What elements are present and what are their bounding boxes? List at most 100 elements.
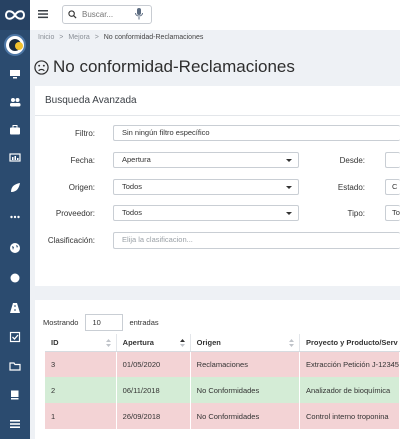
advanced-search-panel: Busqueda Avanzada Filtro: Sin ningún fil… [35,86,400,286]
column-header-label: Apertura [122,337,154,347]
tipo-select[interactable]: To [385,205,400,221]
table-row[interactable]: 1 26/09/2018 No Conformidades Control in… [45,403,400,429]
breadcrumb-home[interactable]: Inicio [38,34,54,41]
menu-icon[interactable] [38,9,48,19]
briefcase-icon [10,125,20,135]
sidebar-item-users[interactable] [0,90,30,114]
sidebar-item-folder[interactable] [0,354,30,378]
chevron-down-icon [286,159,292,162]
tipo-label: Tipo: [347,209,366,218]
frown-face-icon [34,59,49,75]
page-header: No conformidad-Reclamaciones [34,57,295,77]
clasificacion-field[interactable]: Elija la clasificacion... [113,232,400,249]
sort-ascending-icon [179,339,185,347]
dashboard-icon [9,153,21,162]
desde-label: Desde: [339,156,365,165]
estado-select[interactable]: C [385,179,400,195]
monitor-icon [10,70,20,79]
sidebar-item-briefcase[interactable] [0,118,30,142]
list-icon [10,420,20,428]
cell-id: 2 [45,377,117,403]
search-icon [68,10,77,19]
sidebar-item-leaf[interactable] [0,176,30,200]
cell-apertura: 06/11/2018 [116,377,191,403]
sidebar-item-circle[interactable] [0,266,30,290]
proveedor-select-value: Todos [122,208,143,217]
breadcrumb-separator: > [94,34,99,41]
sidebar-item-more[interactable] [0,205,30,229]
cell-id: 3 [45,351,117,377]
infinity-logo-icon [4,10,26,20]
results-table: ID Apertura Origen Proyecto y Producto/S… [45,334,400,429]
estado-label: Estado: [337,183,365,192]
column-header-proyecto[interactable]: Proyecto y Producto/Serv [299,334,400,352]
check-square-icon [9,331,21,343]
leaf-icon [11,183,20,192]
origen-label: Origen: [68,183,95,192]
fecha-select[interactable]: Apertura [113,152,299,168]
clasificacion-label: Clasificación: [47,236,95,245]
column-header-id[interactable]: ID [45,334,117,352]
cell-id: 1 [45,403,117,429]
breadcrumb-mejora[interactable]: Mejora [68,34,89,41]
sidebar-item-list[interactable] [0,412,30,436]
cell-proyecto: Analizador de bioquímica [299,377,400,403]
globe-icon [10,243,20,253]
page-size-input[interactable]: 10 [85,314,124,331]
sidebar-item-road[interactable] [0,296,30,320]
table-row[interactable]: 2 06/11/2018 No Conformidades Analizador… [45,377,400,403]
cell-origen: No Conformidades [190,377,301,403]
cell-origen: No Conformidades [190,403,301,429]
column-header-label: Proyecto y Producto/Serv [306,337,398,347]
sidebar [0,0,30,439]
folder-icon [9,362,21,371]
table-header-row: ID Apertura Origen Proyecto y Producto/S… [45,334,400,352]
top-bar [30,0,400,30]
show-label: Mostrando [43,318,79,327]
sort-icon [289,339,294,347]
circle-icon [10,273,20,283]
desde-field[interactable] [385,152,400,168]
entries-label: entradas [129,318,159,327]
filtro-field[interactable]: Sin ningún filtro específico [113,125,400,141]
book-icon [11,390,19,400]
breadcrumb: Inicio > Mejora > No conformidad-Reclama… [38,34,206,41]
cell-proyecto: Extracción Petición J-12345 [299,351,400,377]
column-header-origen[interactable]: Origen [190,334,301,352]
proveedor-label: Proveedor: [55,209,95,218]
table-row[interactable]: 3 01/05/2020 Reclamaciones Extracción Pe… [45,351,400,377]
chevron-down-icon [286,186,292,189]
page-title: No conformidad-Reclamaciones [53,57,295,76]
sidebar-item-book[interactable] [0,383,30,407]
origen-select[interactable]: Todos [113,179,299,195]
fecha-label: Fecha: [70,156,95,165]
chevron-down-icon [286,212,292,215]
results-panel: Mostrando 10 entradas ID Apertura Origen [35,300,400,439]
app-logo[interactable] [0,0,30,30]
column-header-label: Origen [196,337,221,347]
sidebar-item-monitor[interactable] [0,62,30,86]
cell-proyecto: Control interno troponina [299,403,400,429]
users-icon [10,98,21,107]
ellipsis-icon [10,215,20,219]
proveedor-select[interactable]: Todos [113,205,299,221]
road-icon [10,303,20,313]
fecha-select-value: Apertura [122,155,151,164]
sidebar-item-dashboard[interactable] [0,146,30,170]
cell-apertura: 01/05/2020 [116,351,191,377]
filtro-label: Filtro: [75,129,95,138]
microphone-icon[interactable] [134,7,144,21]
breadcrumb-separator: > [59,34,64,41]
sort-icon [105,339,111,347]
origen-select-value: Todos [122,182,143,191]
column-header-apertura[interactable]: Apertura [116,334,191,352]
page-size-control: Mostrando 10 entradas [43,314,159,331]
avatar[interactable] [4,34,26,56]
sidebar-item-checklist[interactable] [0,325,30,349]
panel-title: Busqueda Avanzada [45,95,137,106]
panel-header: Busqueda Avanzada [35,86,400,116]
column-header-label: ID [51,337,59,347]
cell-origen: Reclamaciones [190,351,301,377]
breadcrumb-current: No conformidad-Reclamaciones [103,34,204,41]
sidebar-item-globe[interactable] [0,236,30,260]
